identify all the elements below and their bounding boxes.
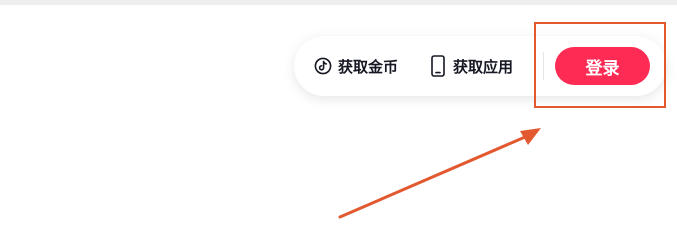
get-app-link[interactable]: 获取应用 [431, 55, 513, 77]
get-app-label: 获取应用 [453, 57, 514, 76]
get-coins-link[interactable]: 获取金币 [314, 55, 398, 77]
get-coins-label: 获取金币 [338, 57, 399, 76]
top-divider [0, 0, 677, 5]
mobile-phone-icon [431, 55, 445, 77]
annotation-highlight-box [534, 22, 666, 108]
tiktok-note-icon [314, 57, 332, 75]
